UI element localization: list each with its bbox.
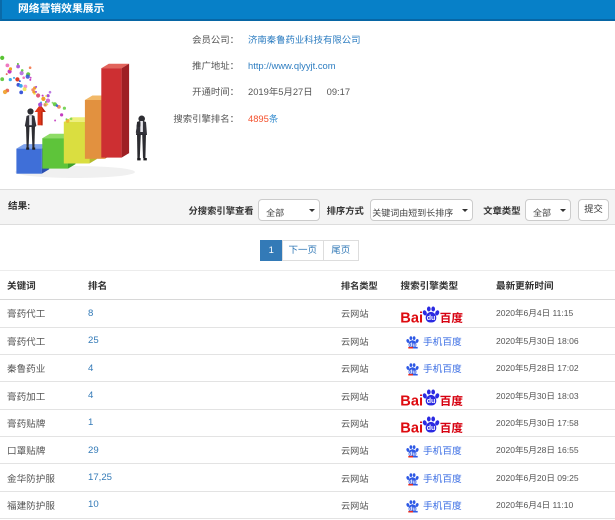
svg-text:百度: 百度	[440, 392, 464, 405]
svg-text:手机百度: 手机百度	[423, 471, 462, 485]
svg-text:Bai: Bai	[400, 420, 423, 433]
svg-text:百度: 百度	[440, 420, 464, 433]
svg-text:du: du	[427, 316, 436, 323]
svg-text:du: du	[427, 398, 436, 405]
svg-text:Bai: Bai	[400, 393, 423, 406]
svg-text:手机百度: 手机百度	[423, 334, 462, 348]
svg-text:Bai: Bai	[400, 311, 423, 324]
svg-text:手机百度: 手机百度	[423, 498, 462, 512]
svg-text:手机百度: 手机百度	[423, 443, 462, 457]
svg-text:du: du	[427, 425, 436, 432]
svg-text:百度: 百度	[440, 310, 464, 323]
svg-text:手机百度: 手机百度	[423, 361, 462, 375]
